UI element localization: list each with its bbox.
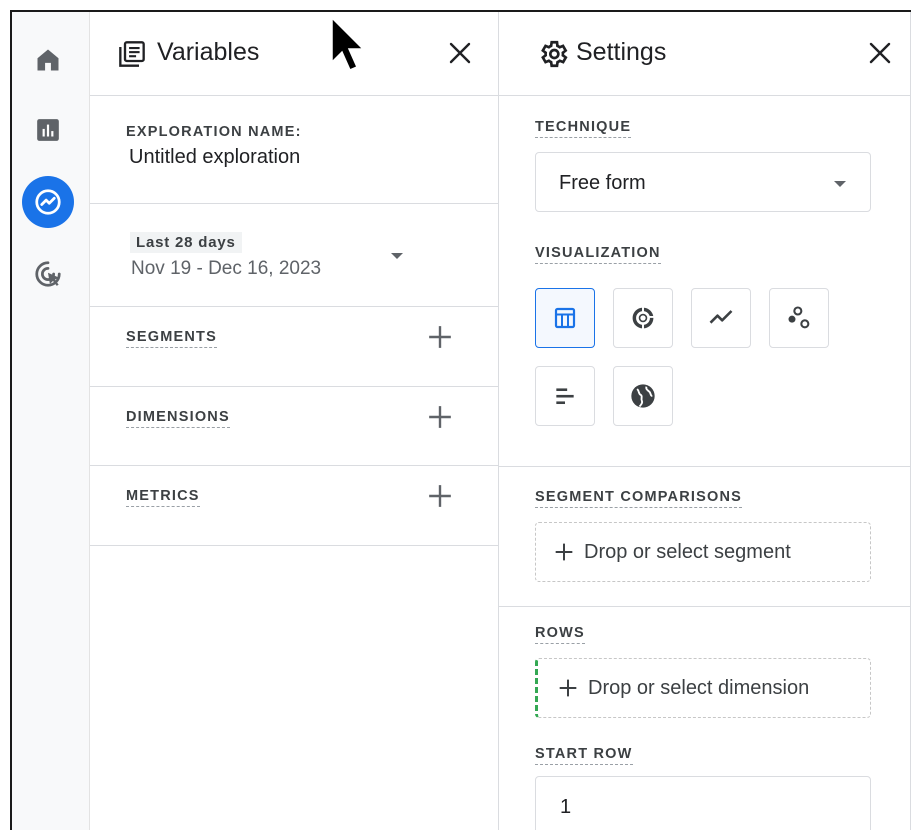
chevron-down-icon xyxy=(834,181,846,187)
bar-chart-icon xyxy=(556,388,574,405)
explore-window: Variables EXPLORATION NAME: Untitled exp… xyxy=(10,10,911,830)
viz-line-button[interactable] xyxy=(691,288,751,348)
start-row-label: START ROW xyxy=(535,746,633,765)
mouse-pointer-icon xyxy=(331,16,365,71)
start-row-input[interactable]: 1 xyxy=(535,776,871,830)
segments-label: SEGMENTS xyxy=(126,329,217,348)
exploration-name-section: EXPLORATION NAME: Untitled exploration xyxy=(90,96,498,204)
rail-explore-button[interactable] xyxy=(22,176,74,228)
close-icon xyxy=(869,42,891,64)
variables-close-button[interactable] xyxy=(445,38,475,68)
metrics-label: METRICS xyxy=(126,488,200,507)
home-icon xyxy=(37,49,59,71)
segment-drop-label: Drop or select segment xyxy=(584,540,791,563)
plus-icon xyxy=(559,679,577,697)
rows-label: ROWS xyxy=(535,625,585,644)
table-icon xyxy=(554,307,576,329)
advertising-icon xyxy=(35,261,61,287)
date-range-section[interactable]: Last 28 days Nov 19 - Dec 16, 2023 xyxy=(90,204,498,307)
divider xyxy=(499,466,910,467)
viz-bar-button[interactable] xyxy=(535,366,595,426)
viz-table-button[interactable] xyxy=(535,288,595,348)
scatter-plot-icon xyxy=(788,306,810,329)
line-chart-icon xyxy=(709,310,733,324)
segments-section: SEGMENTS xyxy=(90,307,498,387)
date-preset-badge: Last 28 days xyxy=(130,232,242,253)
dimensions-section: DIMENSIONS xyxy=(90,387,498,466)
technique-value: Free form xyxy=(559,172,646,194)
rail-reports-button[interactable] xyxy=(22,104,74,156)
left-nav-rail xyxy=(12,12,90,830)
viz-geo-button[interactable] xyxy=(613,366,673,426)
plus-icon xyxy=(555,543,573,561)
rail-home-button[interactable] xyxy=(22,34,74,86)
exploration-name-label: EXPLORATION NAME: xyxy=(126,124,302,140)
add-segment-plus-icon[interactable] xyxy=(427,324,453,350)
exploration-name-value[interactable]: Untitled exploration xyxy=(129,146,300,169)
metrics-section: METRICS xyxy=(90,466,498,546)
variables-list-icon xyxy=(119,41,145,67)
date-range-value: Nov 19 - Dec 16, 2023 xyxy=(131,258,322,279)
viz-scatter-button[interactable] xyxy=(769,288,829,348)
settings-panel: Settings TECHNIQUE Free form VISUALIZATI… xyxy=(499,12,911,830)
geo-map-icon xyxy=(631,384,655,408)
rows-drop-zone[interactable]: Drop or select dimension xyxy=(535,658,871,718)
explore-icon xyxy=(35,189,61,215)
viz-donut-button[interactable] xyxy=(613,288,673,348)
dropdown-arrow-icon[interactable] xyxy=(390,252,404,260)
rail-advertising-button[interactable] xyxy=(22,248,74,300)
technique-label: TECHNIQUE xyxy=(535,119,632,138)
dimensions-label: DIMENSIONS xyxy=(126,409,230,428)
variables-panel: Variables EXPLORATION NAME: Untitled exp… xyxy=(90,12,499,830)
settings-title: Settings xyxy=(576,38,667,66)
divider xyxy=(499,606,910,607)
settings-header: Settings xyxy=(499,12,910,96)
reports-icon xyxy=(37,119,59,141)
rows-drop-label: Drop or select dimension xyxy=(588,676,810,699)
segment-drop-zone[interactable]: Drop or select segment xyxy=(535,522,871,582)
variables-header: Variables xyxy=(90,12,498,96)
settings-close-button[interactable] xyxy=(865,38,895,68)
donut-chart-icon xyxy=(632,307,654,329)
add-dimension-plus-icon[interactable] xyxy=(427,404,453,430)
add-metric-plus-icon[interactable] xyxy=(427,483,453,509)
start-row-value: 1 xyxy=(560,796,572,818)
gear-icon xyxy=(541,40,568,68)
technique-select[interactable]: Free form xyxy=(535,152,871,212)
variables-title: Variables xyxy=(157,38,260,66)
visualization-label: VISUALIZATION xyxy=(535,245,661,264)
segment-comparisons-label: SEGMENT COMPARISONS xyxy=(535,489,743,508)
close-icon xyxy=(449,42,471,64)
